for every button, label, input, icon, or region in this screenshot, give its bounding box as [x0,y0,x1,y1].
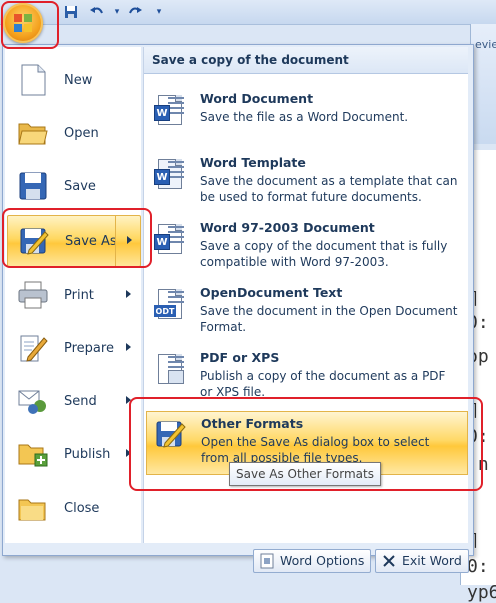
option-opendocument-text[interactable]: ODT OpenDocument Text Save the document … [146,281,466,343]
office-menu-footer: Word Options Exit Word [5,543,469,575]
customize-toolbar-icon[interactable]: ▾ [150,3,168,21]
undo-icon[interactable] [88,3,106,21]
options-icon [259,553,275,569]
option-description: Save the document as a template that can… [200,174,458,204]
submenu-arrow-icon [126,290,131,298]
send-icon [17,385,49,417]
menu-item-publish[interactable]: Publish [7,429,139,479]
submenu-heading: Save a copy of the document [144,47,468,74]
menu-item-prepare[interactable]: Prepare [7,323,139,373]
submenu-arrow-icon [126,449,131,457]
word-97-2003-icon: W [154,222,186,256]
option-title: Word Document [200,91,314,106]
new-document-icon [17,64,49,96]
publish-icon [17,438,49,470]
office-logo-icon [14,14,32,32]
submenu-arrow-icon [127,236,132,244]
open-folder-icon [17,117,49,149]
option-title: Word Template [200,155,306,170]
submenu-arrow-icon [126,343,131,351]
close-folder-icon [17,492,49,524]
option-description: Publish a copy of the document as a PDF … [200,369,446,399]
pdf-xps-icon [154,352,186,386]
menu-item-label: Save [64,178,96,194]
prepare-icon [17,332,49,364]
office-menu-commands: New Open Save Save As Print Prepare Send… [5,47,141,543]
printer-icon [17,279,49,311]
doc-line: 0: [467,556,489,577]
word-template-icon: W [154,157,186,191]
submenu-arrow-icon [126,396,131,404]
menu-item-label: Send [64,393,97,409]
option-description: Save the file as a Word Document. [200,110,409,124]
menu-item-open[interactable]: Open [7,108,139,158]
menu-item-new[interactable]: New [7,55,139,105]
option-description: Save a copy of the document that is full… [200,239,448,269]
menu-item-send[interactable]: Send [7,376,139,426]
save-icon[interactable] [62,3,80,21]
option-title: OpenDocument Text [200,285,343,300]
save-as-icon [18,225,50,257]
save-disk-icon [17,170,49,202]
option-word-97-2003[interactable]: W Word 97-2003 Document Save a copy of t… [146,216,466,278]
office-button[interactable] [3,3,43,43]
menu-item-label: Open [64,125,99,141]
option-title: PDF or XPS [200,350,280,365]
exit-word-button[interactable]: Exit Word [375,549,469,573]
ribbon-tab-fragment[interactable]: evie [475,38,496,51]
menu-item-label: New [64,72,93,88]
redo-icon[interactable] [126,3,144,21]
odt-document-icon: ODT [154,287,186,321]
option-description: Save the document in the Open Document F… [200,304,458,334]
word-options-label: Word Options [280,553,365,568]
exit-word-label: Exit Word [402,553,462,568]
other-formats-icon [155,418,187,452]
menu-item-label: Publish [64,446,111,462]
option-word-document[interactable]: W Word Document Save the file as a Word … [146,87,466,149]
option-pdf-or-xps[interactable]: PDF or XPS Publish a copy of the documen… [146,346,466,408]
quick-access-toolbar: ▾ ▾ [0,0,496,25]
menu-item-save[interactable]: Save [7,161,139,211]
menu-item-label: Print [64,287,94,303]
option-word-template[interactable]: W Word Template Save the document as a t… [146,151,466,213]
menu-item-print[interactable]: Print [7,270,139,320]
doc-line: yp6 [467,582,496,603]
menu-item-label: Close [64,500,100,516]
exit-icon [381,553,397,569]
option-title: Other Formats [201,416,304,431]
word-options-button[interactable]: Word Options [253,549,372,573]
menu-item-save-as[interactable]: Save As [7,215,141,267]
menu-item-label: Prepare [64,340,114,356]
option-title: Word 97-2003 Document [200,220,375,235]
menu-item-label: Save As [65,233,117,249]
tooltip: Save As Other Formats [229,462,381,486]
menu-item-close[interactable]: Close [7,483,139,533]
undo-dropdown-icon[interactable]: ▾ [108,3,126,21]
word-document-icon: W [154,93,186,127]
